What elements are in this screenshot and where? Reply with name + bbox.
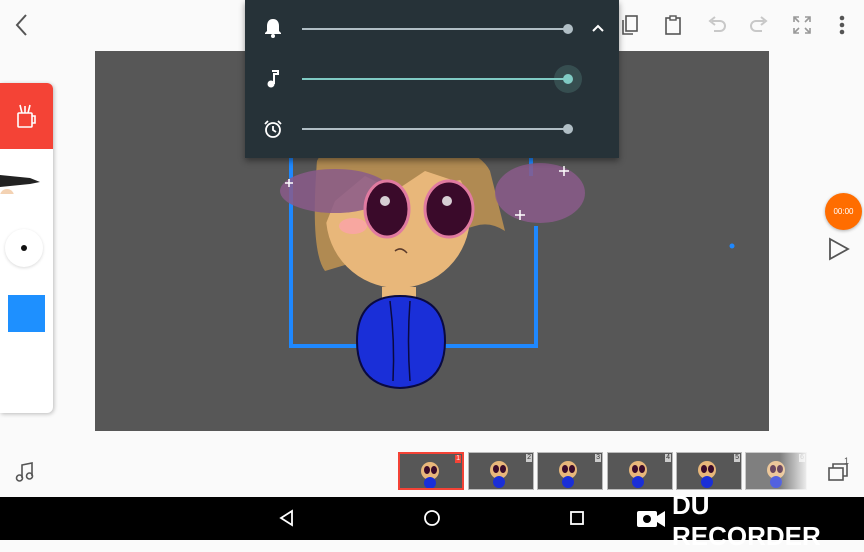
layers-count: 1: [844, 456, 850, 466]
timeline-frame[interactable]: 3: [537, 452, 603, 490]
play-icon[interactable]: [826, 236, 852, 262]
redo-icon[interactable]: [745, 11, 773, 39]
timeline-frame[interactable]: 1: [398, 452, 464, 490]
media-volume-knob[interactable]: [563, 74, 573, 84]
back-arrow-icon[interactable]: [8, 11, 36, 39]
timeline-fade: [780, 452, 810, 490]
more-vert-icon[interactable]: [828, 11, 856, 39]
undo-icon[interactable]: [703, 11, 731, 39]
frame-number: 3: [595, 454, 601, 462]
timeline-frame[interactable]: 4: [607, 452, 673, 490]
frame-number: 4: [665, 454, 671, 462]
timeline-frame[interactable]: 2: [468, 452, 534, 490]
alarm-icon: [263, 119, 283, 144]
frame-number: 1: [455, 455, 461, 463]
bell-icon: [264, 18, 282, 43]
nav-back-icon[interactable]: [278, 509, 294, 532]
recording-timer-button[interactable]: 00:00: [825, 193, 862, 230]
brush-size-dot: [21, 245, 27, 251]
timeline-frame[interactable]: 5: [676, 452, 742, 490]
ringer-volume-knob[interactable]: [563, 24, 573, 34]
volume-panel: [245, 0, 619, 158]
music-note-icon[interactable]: [14, 461, 36, 483]
brush-cup-icon: [15, 103, 39, 134]
alarm-volume-knob[interactable]: [563, 124, 573, 134]
copy-icon[interactable]: [616, 11, 644, 39]
pen-tool-icon[interactable]: [0, 170, 48, 203]
watermark-text: DU RECORDER: [672, 490, 821, 551]
camera-icon: [636, 506, 666, 537]
nav-recents-icon[interactable]: [569, 510, 585, 531]
frame-number: 2: [526, 454, 532, 462]
nav-home-icon[interactable]: [423, 509, 441, 532]
du-recorder-watermark: DU RECORDER: [636, 490, 864, 552]
layers-icon[interactable]: 1: [826, 456, 852, 484]
frame-number: 5: [734, 454, 740, 462]
ringer-volume-slider[interactable]: [302, 28, 568, 30]
collapse-chevron-icon[interactable]: [591, 20, 605, 38]
brush-size-button[interactable]: [5, 229, 43, 267]
alarm-volume-slider[interactable]: [302, 128, 568, 130]
recording-timer-label: 00:00: [833, 207, 854, 216]
paste-icon[interactable]: [659, 11, 687, 39]
fullscreen-icon[interactable]: [788, 11, 816, 39]
color-swatch[interactable]: [8, 295, 45, 332]
tools-button[interactable]: [0, 83, 53, 149]
media-volume-slider[interactable]: [302, 78, 568, 80]
music-note-icon: [266, 69, 280, 94]
